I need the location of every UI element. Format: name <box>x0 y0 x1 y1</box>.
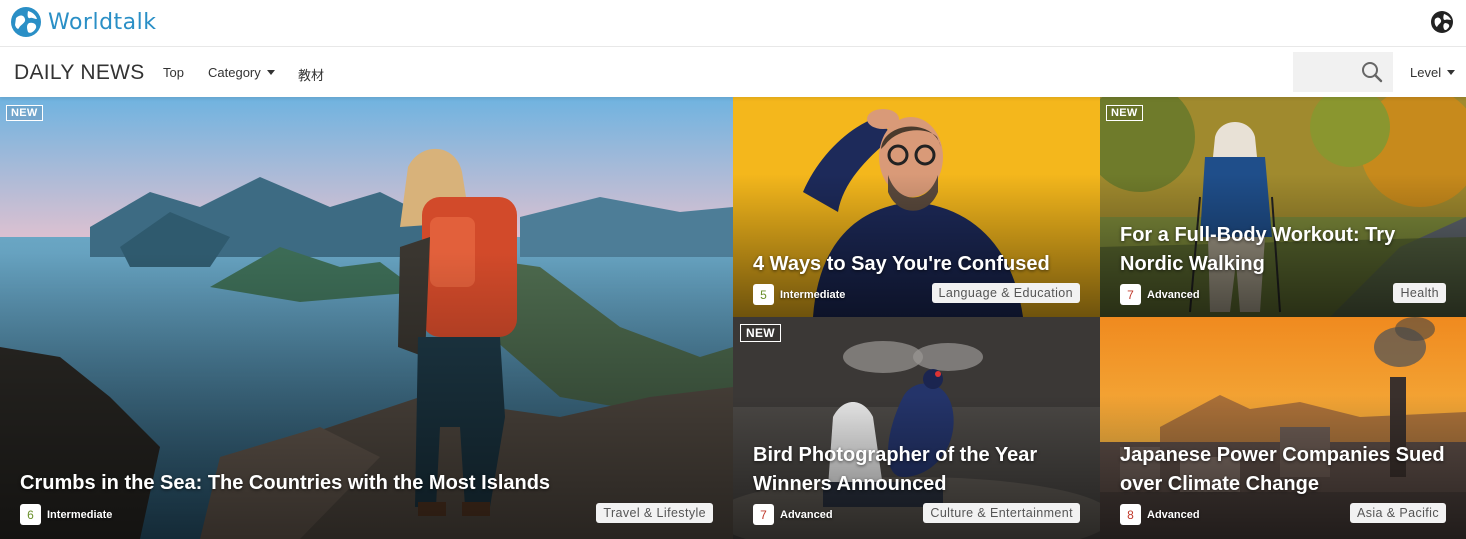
main-nav: DAILY NEWS Top Category 教材 Level <box>0 47 1466 97</box>
globe-icon <box>11 7 41 37</box>
article-level: 7 Advanced <box>753 504 833 525</box>
category-tag[interactable]: Asia & Pacific <box>1349 503 1446 523</box>
level-text: Intermediate <box>47 508 113 521</box>
article-level: 6 Intermediate <box>20 504 112 525</box>
level-number: 5 <box>753 284 774 305</box>
chevron-down-icon <box>1447 70 1456 75</box>
article-card[interactable]: NEW Crumbs in the Sea: The Countries wit… <box>0 97 733 539</box>
article-title[interactable]: For a Full-Body Workout: Try Nordic Walk… <box>1120 221 1446 279</box>
nav-materials[interactable]: 教材 <box>298 65 324 84</box>
new-badge: NEW <box>1106 105 1143 121</box>
article-title[interactable]: Japanese Power Companies Sued over Clima… <box>1120 441 1446 499</box>
category-tag[interactable]: Health <box>1393 283 1446 303</box>
top-bar: Worldtalk <box>0 0 1466 47</box>
article-card[interactable]: 4 Ways to Say You're Confused 5 Intermed… <box>733 97 1100 317</box>
site-logo[interactable]: Worldtalk <box>10 6 157 38</box>
search-button[interactable] <box>1293 52 1393 92</box>
nav-top-label: Top <box>163 65 184 80</box>
nav-materials-label: 教材 <box>298 68 325 83</box>
category-tag[interactable]: Travel & Lifestyle <box>596 503 713 523</box>
logo-text: Worldtalk <box>48 9 157 35</box>
article-level: 8 Advanced <box>1120 504 1200 525</box>
article-level: 7 Advanced <box>1120 284 1200 305</box>
page-title[interactable]: DAILY NEWS <box>14 61 145 85</box>
new-badge: NEW <box>6 105 43 121</box>
nav-top[interactable]: Top <box>163 65 184 80</box>
article-title[interactable]: Crumbs in the Sea: The Countries with th… <box>20 469 713 498</box>
article-level: 5 Intermediate <box>753 284 845 305</box>
nav-category-dropdown[interactable]: Category <box>208 65 275 80</box>
level-text: Advanced <box>1147 508 1200 521</box>
level-number: 8 <box>1120 504 1141 525</box>
nav-category-label: Category <box>208 65 261 80</box>
new-badge: NEW <box>740 324 781 342</box>
article-title[interactable]: 4 Ways to Say You're Confused <box>753 250 1080 279</box>
language-globe-icon[interactable] <box>1430 10 1454 34</box>
article-title[interactable]: Bird Photographer of the Year Winners An… <box>753 441 1080 499</box>
level-text: Advanced <box>780 508 833 521</box>
article-card[interactable]: NEW For a Full-Body Workout: Try Nordic … <box>1100 97 1466 317</box>
search-icon <box>1362 62 1383 83</box>
article-card[interactable]: NEW Bird Photographer of the Year Winner… <box>733 317 1100 539</box>
category-tag[interactable]: Language & Education <box>931 283 1080 303</box>
level-text: Advanced <box>1147 288 1200 301</box>
level-number: 6 <box>20 504 41 525</box>
level-number: 7 <box>753 504 774 525</box>
level-text: Intermediate <box>780 288 846 301</box>
level-label: Level <box>1410 65 1442 80</box>
level-dropdown[interactable]: Level <box>1410 65 1456 80</box>
chevron-down-icon <box>266 70 275 75</box>
article-grid: NEW Crumbs in the Sea: The Countries wit… <box>0 97 1466 539</box>
category-tag[interactable]: Culture & Entertainment <box>923 503 1080 523</box>
level-number: 7 <box>1120 284 1141 305</box>
article-card[interactable]: Japanese Power Companies Sued over Clima… <box>1100 317 1466 539</box>
